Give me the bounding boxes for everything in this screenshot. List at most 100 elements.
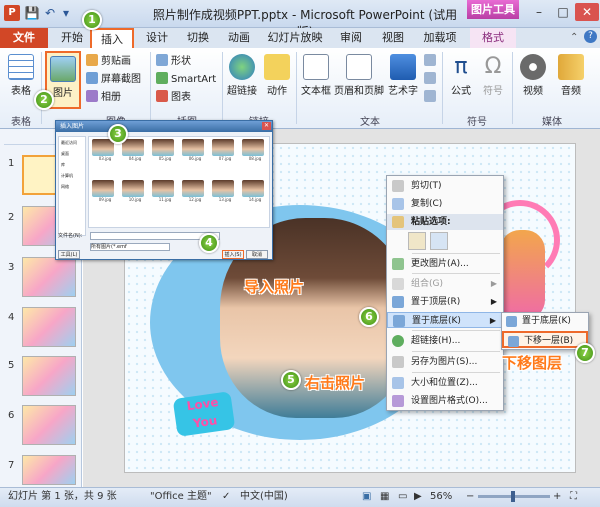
film-reel-icon	[520, 54, 546, 80]
reading-view-icon[interactable]: ▭	[398, 487, 412, 507]
dialog-close-button[interactable]: ✕	[262, 122, 271, 130]
menu-item-hyperlink[interactable]: 超链接(H)...	[387, 333, 503, 349]
customize-quick-access-icon[interactable]: ▾	[58, 5, 74, 21]
submenu-item-send-backward[interactable]: 下移一层(B)	[502, 331, 588, 348]
tab-addins[interactable]: 加载项	[416, 28, 464, 48]
tab-format[interactable]: 格式	[470, 28, 516, 48]
wordart-label: 艺术字	[388, 86, 418, 97]
tab-slideshow[interactable]: 幻灯片放映	[262, 28, 328, 48]
tab-animations[interactable]: 动画	[220, 28, 258, 48]
dialog-insert-button[interactable]: 插入(S)	[222, 250, 244, 259]
tab-home[interactable]: 开始	[54, 28, 90, 48]
file-item[interactable]: 09.jpg	[92, 180, 118, 202]
nav-item[interactable]: 计算机	[59, 170, 85, 181]
ribbon-collapse-icon[interactable]: ⌃	[570, 32, 578, 43]
slide-thumbnail[interactable]	[22, 455, 76, 485]
file-item[interactable]: 06.jpg	[182, 139, 208, 161]
slide-thumbnail[interactable]	[22, 405, 76, 445]
file-item[interactable]: 05.jpg	[152, 139, 178, 161]
menu-item-format-picture[interactable]: 设置图片格式(O)...	[387, 393, 503, 409]
normal-view-icon[interactable]: ▣	[362, 487, 376, 507]
clip-art-label: 剪贴画	[101, 56, 131, 67]
tab-file[interactable]: 文件	[0, 28, 48, 48]
screenshot-button[interactable]: 屏幕截图	[86, 72, 141, 88]
header-footer-button[interactable]: 页眉和页脚	[334, 54, 384, 97]
minimize-button[interactable]: –	[527, 3, 551, 21]
menu-item-save-as-picture[interactable]: 另存为图片(S)...	[387, 354, 503, 370]
file-thumbnail	[182, 180, 204, 197]
tab-transitions[interactable]: 切换	[180, 28, 216, 48]
audio-button[interactable]: 音频	[554, 54, 588, 97]
slide-sorter-icon[interactable]: ▦	[380, 487, 394, 507]
submenu-arrow-icon: ▶	[489, 316, 496, 325]
tab-review[interactable]: 审阅	[332, 28, 370, 48]
hyperlink-button[interactable]: 超链接	[225, 54, 259, 97]
tab-design[interactable]: 设计	[138, 28, 176, 48]
album-button[interactable]: 相册	[86, 90, 121, 106]
slide-thumbnail[interactable]	[22, 307, 76, 347]
dialog-navigation-pane[interactable]: 最近访问 桌面 库 计算机 网络	[58, 136, 86, 236]
clip-art-button[interactable]: 剪贴画	[86, 54, 131, 70]
dialog-tools-button[interactable]: 工具(L)	[58, 250, 80, 259]
file-item[interactable]: 08.jpg	[242, 139, 268, 161]
menu-item-send-to-back[interactable]: 置于底层(K) ▶	[387, 312, 503, 328]
help-icon[interactable]: ?	[584, 30, 597, 43]
zoom-out-button[interactable]: −	[466, 487, 476, 507]
file-item[interactable]: 04.jpg	[122, 139, 148, 161]
dialog-cancel-button[interactable]: 取消	[246, 250, 268, 259]
chart-button[interactable]: 图表	[156, 90, 191, 106]
menu-item-cut[interactable]: 剪切(T)	[387, 178, 503, 194]
menu-item-copy[interactable]: 复制(C)	[387, 196, 503, 212]
table-button[interactable]: 表格	[4, 54, 38, 97]
tab-view[interactable]: 视图	[374, 28, 412, 48]
nav-item[interactable]: 库	[59, 159, 85, 170]
equation-button[interactable]: π 公式	[446, 54, 476, 97]
zoom-level-text[interactable]: 56%	[430, 487, 452, 507]
zoom-in-button[interactable]: +	[553, 487, 563, 507]
language-text[interactable]: 中文(中国)	[240, 487, 288, 507]
menu-item-change-picture[interactable]: 更改图片(A)...	[387, 256, 503, 272]
step-badge-4: 4	[199, 233, 219, 253]
menu-item-group[interactable]: 组合(G) ▶	[387, 276, 503, 292]
file-item[interactable]: 10.jpg	[122, 180, 148, 202]
slide-number-icon[interactable]	[424, 72, 438, 88]
file-item[interactable]: 13.jpg	[212, 180, 238, 202]
paste-keep-format-icon[interactable]	[408, 232, 426, 250]
close-button[interactable]: ✕	[575, 3, 599, 21]
slideshow-view-icon[interactable]: ▶	[414, 487, 428, 507]
date-time-icon[interactable]	[424, 54, 438, 70]
file-item[interactable]: 11.jpg	[152, 180, 178, 202]
menu-item-label: 更改图片(A)...	[411, 259, 469, 269]
file-item[interactable]: 14.jpg	[242, 180, 268, 202]
file-item[interactable]: 12.jpg	[182, 180, 208, 202]
paste-options-heading: 粘贴选项:	[387, 214, 503, 230]
slide-number: 6	[8, 410, 15, 421]
slide-thumbnail[interactable]	[22, 257, 76, 297]
spell-check-icon[interactable]: ✓	[222, 487, 234, 507]
symbol-button[interactable]: Ω 符号	[478, 54, 508, 97]
menu-item-size-position[interactable]: 大小和位置(Z)...	[387, 375, 503, 391]
video-button[interactable]: 视频	[516, 54, 550, 97]
menu-item-label: 复制(C)	[411, 199, 443, 209]
wordart-button[interactable]: 艺术字	[386, 54, 420, 97]
undo-icon[interactable]: ↶	[42, 5, 58, 21]
nav-item[interactable]: 桌面	[59, 148, 85, 159]
action-button[interactable]: 动作	[262, 54, 292, 97]
nav-item[interactable]: 最近访问	[59, 137, 85, 148]
slide-thumbnail[interactable]	[22, 356, 76, 396]
maximize-button[interactable]: □	[551, 3, 575, 21]
save-icon[interactable]: 💾	[24, 5, 40, 21]
shapes-button[interactable]: 形状	[156, 54, 191, 70]
smartart-button[interactable]: SmartArt	[156, 72, 216, 88]
zoom-slider-thumb[interactable]	[511, 491, 515, 502]
fit-to-window-icon[interactable]: ⛶	[570, 487, 590, 507]
file-item[interactable]: 07.jpg	[212, 139, 238, 161]
paste-picture-icon[interactable]	[430, 232, 448, 250]
submenu-item-send-to-back[interactable]: 置于底层(K)	[502, 313, 588, 330]
textbox-button[interactable]: 文本框	[300, 54, 332, 97]
object-icon[interactable]	[424, 90, 438, 106]
tab-insert[interactable]: 插入	[90, 28, 134, 48]
filetype-select[interactable]: 所有图片(*.emf	[90, 243, 170, 251]
menu-item-bring-to-front[interactable]: 置于顶层(R) ▶	[387, 294, 503, 310]
nav-item[interactable]: 网络	[59, 181, 85, 192]
